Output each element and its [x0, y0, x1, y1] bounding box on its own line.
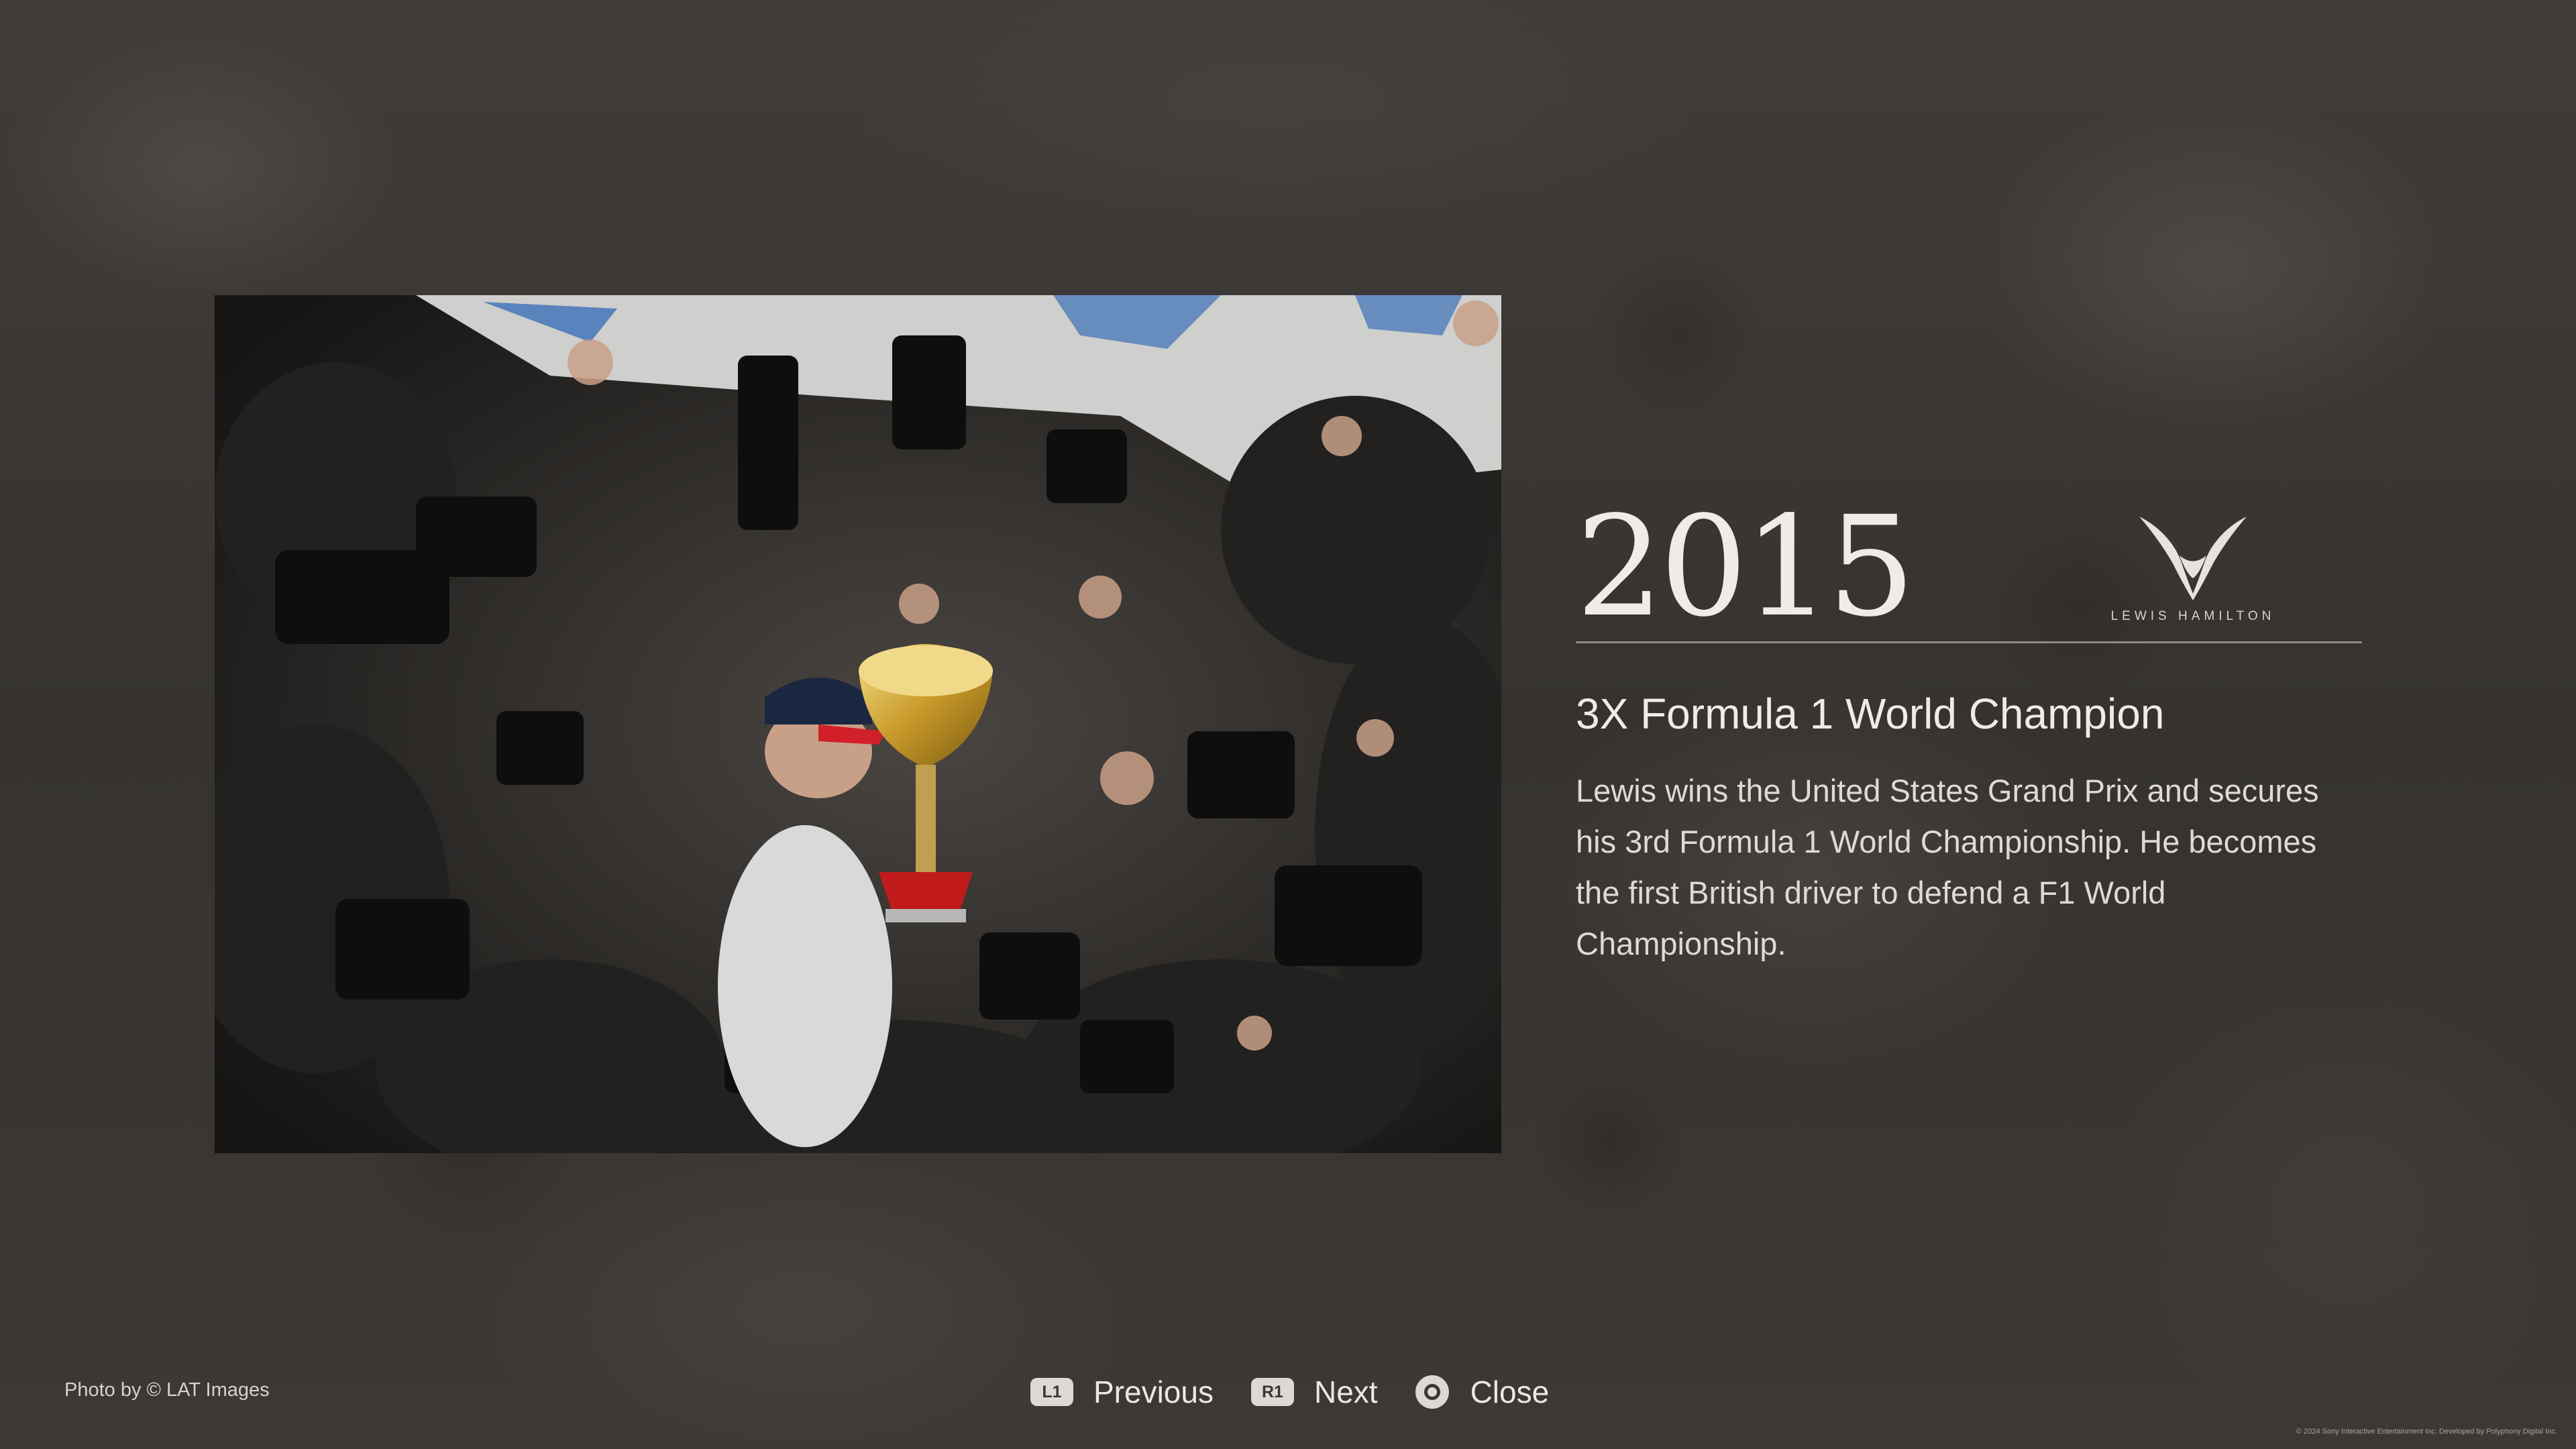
photo-credit: Photo by © LAT Images [64, 1379, 270, 1401]
achievement-description: Lewis wins the United States Grand Prix … [1576, 773, 2319, 961]
wings-logo-icon [2139, 517, 2247, 600]
museum-detail-screen: 2015 LEWIS HAMILTON 3X Formula 1 World C… [0, 0, 2576, 1449]
logo-wordmark: LEWIS HAMILTON [2110, 609, 2275, 623]
achievement-title: 3X Formula 1 World Champion [1576, 690, 2165, 738]
next-button[interactable]: R1 Next [1250, 1374, 1378, 1410]
l1-button-icon: L1 [1030, 1378, 1073, 1406]
info-panel: 2015 LEWIS HAMILTON 3X Formula 1 World C… [1576, 496, 2362, 969]
info-header: 2015 LEWIS HAMILTON [1576, 496, 2362, 643]
previous-label: Previous [1093, 1375, 1214, 1409]
close-button[interactable]: Close [1415, 1374, 1550, 1410]
lewis-hamilton-logo: LEWIS HAMILTON [2106, 503, 2280, 631]
controller-hints: L1 Previous R1 Next Close [1030, 1368, 1587, 1415]
circle-button-icon [1415, 1375, 1449, 1409]
photo-illustration [215, 295, 1501, 1153]
copyright-notice: © 2024 Sony Interactive Entertainment In… [2296, 1428, 2557, 1436]
next-label: Next [1313, 1375, 1378, 1409]
r1-button-icon: R1 [1250, 1378, 1294, 1406]
year-heading: 2015 [1576, 486, 1915, 647]
previous-button[interactable]: L1 Previous [1030, 1374, 1214, 1410]
championship-photo [215, 295, 1501, 1153]
close-label: Close [1470, 1375, 1550, 1409]
